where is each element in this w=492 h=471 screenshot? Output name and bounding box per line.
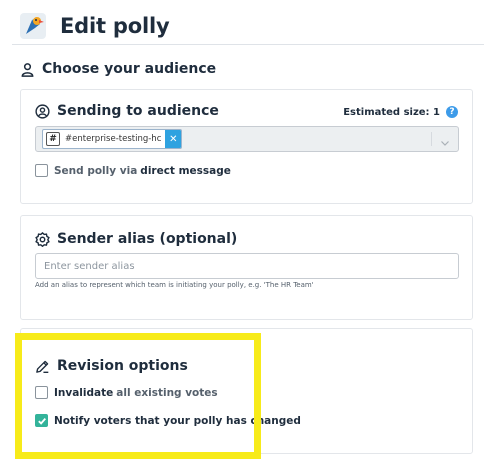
header-divider	[12, 44, 484, 45]
sending-audience-card: Sending to audience Estimated size: 1 ? …	[20, 89, 473, 204]
channel-tag-label: #enterprise-testing-hc	[65, 134, 162, 144]
user-circle-icon	[35, 103, 50, 119]
hash-channel-icon: #	[46, 132, 60, 146]
channel-tag: # #enterprise-testing-hc ✕	[42, 129, 183, 149]
sender-alias-card: Sender alias (optional) Add an alias to …	[20, 215, 473, 320]
chevron-down-icon[interactable]	[440, 133, 450, 146]
page-title: Edit polly	[60, 14, 170, 38]
page-header: Edit polly	[18, 6, 488, 46]
audience-select[interactable]: # #enterprise-testing-hc ✕	[35, 126, 459, 152]
sender-alias-hint: Add an alias to represent which team is …	[35, 281, 314, 289]
sender-alias-title: Sender alias (optional)	[35, 231, 237, 247]
sender-alias-input[interactable]	[35, 253, 459, 279]
badge-icon	[35, 231, 50, 247]
direct-message-option[interactable]: Send polly via direct message	[35, 164, 231, 177]
polly-logo-icon	[18, 11, 48, 41]
direct-message-prefix: Send polly via	[54, 164, 138, 177]
highlight-box	[15, 333, 261, 459]
sending-audience-title: Sending to audience	[35, 103, 219, 119]
estimated-size: Estimated size: 1 ?	[343, 106, 458, 118]
sending-audience-label: Sending to audience	[57, 103, 219, 119]
direct-message-bold: direct message	[140, 164, 231, 177]
audience-section-heading: Choose your audience	[20, 61, 216, 77]
sender-alias-label: Sender alias (optional)	[57, 231, 238, 247]
select-divider	[431, 132, 432, 146]
direct-message-checkbox[interactable]	[35, 164, 48, 177]
remove-tag-icon[interactable]: ✕	[165, 130, 182, 148]
user-icon	[20, 62, 35, 77]
audience-section-label: Choose your audience	[42, 61, 217, 77]
help-icon[interactable]: ?	[446, 106, 458, 118]
estimated-size-label: Estimated size: 1	[343, 106, 440, 118]
